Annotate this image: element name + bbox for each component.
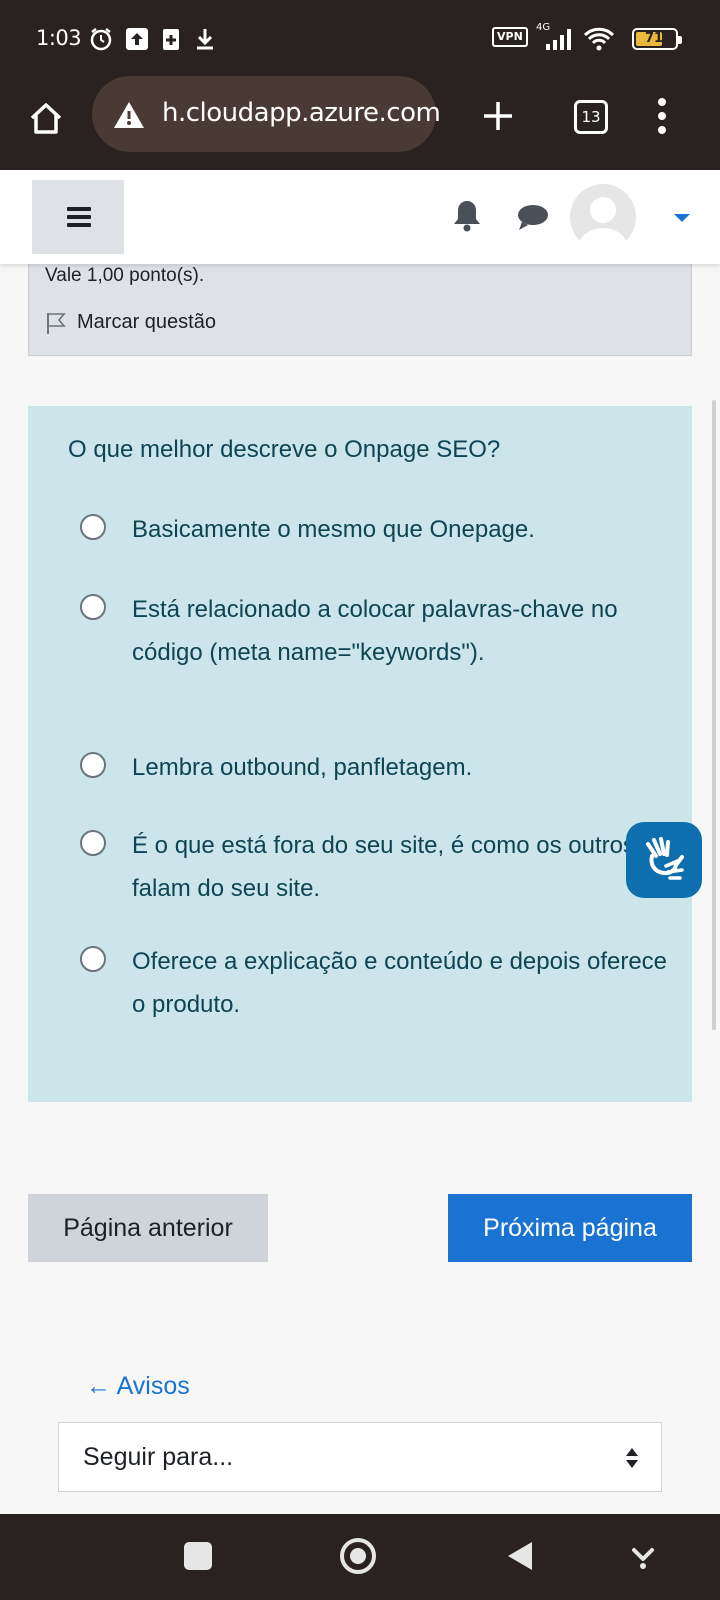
recent-apps-icon[interactable] <box>184 1542 212 1570</box>
radio-button[interactable] <box>80 514 106 540</box>
status-bar: 1:03 VPN 4G 71 <box>0 0 720 76</box>
site-navbar <box>0 170 720 264</box>
radio-button[interactable] <box>80 752 106 778</box>
answer-label[interactable]: É o que está fora do seu site, é como os… <box>132 824 672 910</box>
vpn-badge: VPN <box>492 27 528 47</box>
tab-count: 13 <box>581 108 601 126</box>
upload-icon <box>126 28 148 50</box>
back-icon[interactable] <box>508 1542 532 1570</box>
system-nav-bar <box>0 1514 720 1600</box>
scrollbar[interactable] <box>712 400 716 1030</box>
question-text: O que melhor descreve o Onpage SEO? <box>68 436 501 463</box>
caret-down-icon[interactable] <box>674 214 690 222</box>
sign-language-widget-button[interactable] <box>626 822 702 898</box>
sign-language-icon <box>646 837 684 880</box>
status-time: 1:03 <box>36 26 82 50</box>
question-info: Vale 1,00 ponto(s). Marcar questão <box>28 248 692 356</box>
warning-icon[interactable] <box>112 100 146 130</box>
select-arrows-icon <box>626 1448 638 1468</box>
signal-icon <box>546 29 571 50</box>
radio-button[interactable] <box>80 830 106 856</box>
answer-label[interactable]: Oferece a explicação e conteúdo e depois… <box>132 940 672 1026</box>
home-nav-icon[interactable] <box>340 1538 376 1574</box>
answer-label[interactable]: Lembra outbound, panfletagem. <box>132 746 672 789</box>
question-points: Vale 1,00 ponto(s). <box>45 265 205 286</box>
radio-button[interactable] <box>80 946 106 972</box>
chat-icon[interactable] <box>516 202 550 232</box>
answer-label[interactable]: Está relacionado a colocar palavras-chav… <box>132 588 672 674</box>
avatar[interactable] <box>570 184 636 250</box>
more-icon[interactable] <box>652 96 672 136</box>
bell-icon[interactable] <box>452 198 482 232</box>
question-card: O que melhor descreve o Onpage SEO? Basi… <box>28 406 692 1102</box>
jump-to-value: Seguir para... <box>83 1443 234 1471</box>
download-icon <box>197 29 213 50</box>
jump-to-select[interactable]: Seguir para... <box>58 1422 662 1492</box>
keyboard-hide-icon[interactable] <box>630 1542 656 1570</box>
address-bar[interactable]: h.cloudapp.azure.com <box>92 76 441 152</box>
alarm-icon <box>90 28 112 51</box>
answer-label[interactable]: Basicamente o mesmo que Onepage. <box>132 508 672 551</box>
battery-level: 71 <box>644 31 664 46</box>
sim-icon <box>163 29 179 50</box>
tab-switcher-button[interactable]: 13 <box>574 100 608 134</box>
radio-button[interactable] <box>80 594 106 620</box>
previous-page-button[interactable]: Página anterior <box>28 1194 268 1262</box>
browser-toolbar: h.cloudapp.azure.com 13 <box>0 76 720 170</box>
url-text[interactable]: h.cloudapp.azure.com <box>162 98 441 128</box>
next-page-button[interactable]: Próxima página <box>448 1194 692 1262</box>
wifi-icon <box>583 27 615 51</box>
flag-icon[interactable] <box>45 311 67 335</box>
plus-icon[interactable] <box>478 96 518 136</box>
battery-icon: 71 <box>632 28 682 50</box>
flag-question-link[interactable]: Marcar questão <box>77 311 216 334</box>
home-icon[interactable] <box>26 98 66 138</box>
back-to-announcements-link[interactable]: ← Avisos <box>86 1372 190 1401</box>
hamburger-icon[interactable] <box>32 180 124 254</box>
